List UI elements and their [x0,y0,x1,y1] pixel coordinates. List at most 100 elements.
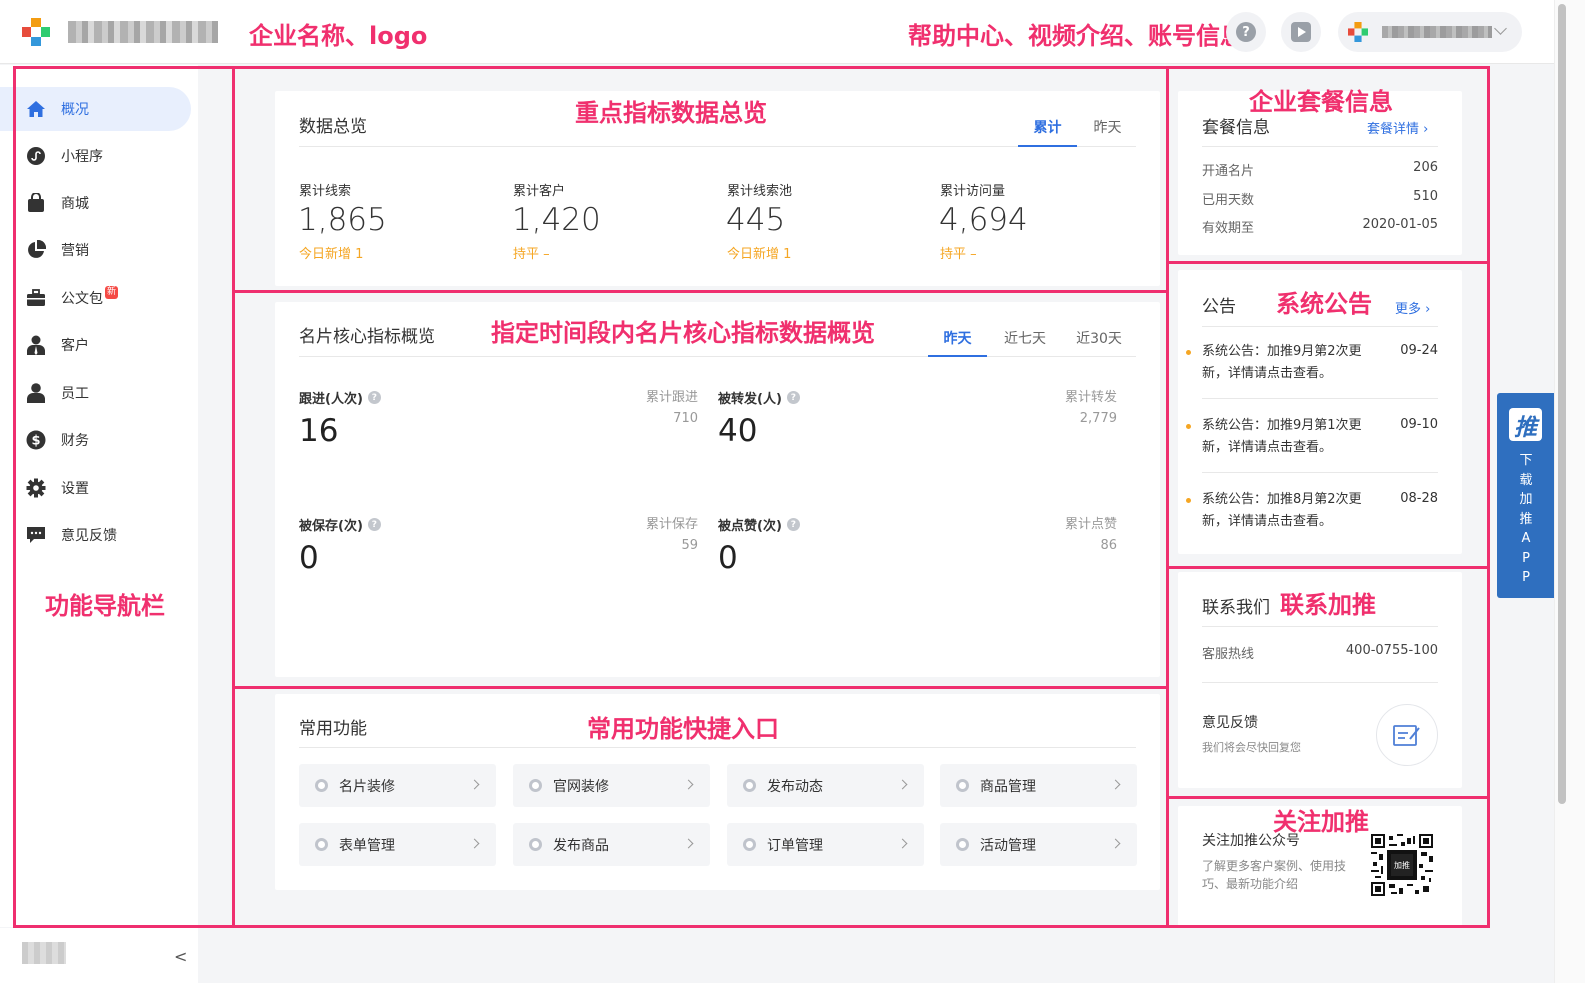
annotation-overview: 重点指标数据总览 [575,99,767,127]
notice-title: 公告 [1202,297,1236,317]
sidebar-item-marketing[interactable]: 营销 [0,228,191,272]
dot-icon [743,838,756,851]
sidebar-item-label: 意见反馈 [61,528,117,544]
metric-value: 16 [299,413,339,449]
feedback-button[interactable] [1376,704,1438,766]
sidebar-footer: < [0,928,198,983]
sidebar-item-label: 客户 [61,338,89,354]
help-icon: ? [1236,22,1256,42]
notice-date: 08-28 [1400,491,1438,506]
message-icon [26,525,46,545]
chevron-right-icon [1110,779,1121,790]
download-app-button[interactable]: 推 下载加推APP [1497,393,1554,598]
annotation-frame-line [1169,796,1487,799]
account-avatar-icon [1348,22,1368,42]
sidebar-item-mall[interactable]: 商城 [0,181,191,225]
feedback-title[interactable]: 意见反馈 [1202,712,1258,732]
annotation-frame-line [1169,261,1487,264]
tab-yesterday[interactable]: 昨天 [928,328,987,348]
annotation-card-metrics: 指定时间段内名片核心指标数据概览 [491,319,875,347]
notice-item[interactable]: 系统公告：加推8月第2次更新，详情请点击查看。 [1202,489,1372,533]
metric-value: 40 [718,413,758,449]
annotation-frame-line [232,66,235,928]
notice-item[interactable]: 系统公告：加推9月第2次更新，详情请点击查看。 [1202,341,1372,385]
dot-icon [956,838,969,851]
sidebar-item-customer[interactable]: 客户 [0,323,191,367]
function-button[interactable]: 名片装修 [299,764,496,807]
sidebar-item-label: 小程序 [61,149,103,165]
metric-value: 0 [299,540,319,576]
person-icon [26,383,46,403]
metric-label: 被点赞(次)? [718,515,800,534]
plan-key: 有效期至 [1202,221,1255,236]
company-logo [22,18,50,46]
sidebar-item-label: 设置 [61,481,89,497]
metric-label: 被转发(人)? [718,388,800,407]
sidebar-item-staff[interactable]: 员工 [0,371,191,415]
scrollbar-thumb[interactable] [1558,4,1566,804]
chevron-right-icon [683,838,694,849]
question-icon[interactable]: ? [786,391,800,404]
tab-last-30-days[interactable]: 近30天 [1066,328,1132,348]
stat-value: 445 [726,202,786,238]
stat-trend: 持平 – [940,247,977,262]
plan-title: 套餐信息 [1202,118,1270,138]
function-button[interactable]: 活动管理 [940,823,1137,866]
briefcase-icon [26,288,46,308]
annotation-frame-line [1166,66,1169,928]
sidebar-item-briefcase[interactable]: 公文包 新 [0,276,191,320]
function-button[interactable]: 商品管理 [940,764,1137,807]
sidebar-item-mini-program[interactable]: 小程序 [0,134,191,178]
annotation-notice: 系统公告 [1276,290,1372,318]
dot-icon [315,838,328,851]
annotation-header: 企业名称、logo [249,22,428,50]
plan-value: 2020-01-05 [1362,217,1438,232]
dot-icon [956,779,969,792]
metric-cumulative: 累计转发 2,779 [1064,390,1117,426]
stat-trend: 今日新增 1 [727,247,792,262]
stat-label: 累计线索池 [727,184,793,199]
shopping-bag-icon [26,193,46,213]
sidebar-item-feedback[interactable]: 意见反馈 [0,513,191,557]
video-intro-button[interactable] [1281,12,1321,52]
chevron-right-icon [897,838,908,849]
annotation-functions: 常用功能快捷入口 [587,715,779,743]
download-app-label: 下载加推APP [1519,453,1533,585]
stat-value: 1,420 [512,202,601,238]
stat-label: 累计客户 [513,184,566,199]
account-menu[interactable] [1338,12,1522,52]
chevron-right-icon [683,779,694,790]
top-bar: 企业名称、logo 帮助中心、视频介绍、账号信息 ? [0,0,1585,64]
account-name-blurred [1382,26,1492,38]
card-metrics-divider [299,356,1136,357]
tab-last-7-days[interactable]: 近七天 [994,328,1056,348]
function-button[interactable]: 官网装修 [513,764,710,807]
notice-dot-icon [1186,424,1191,429]
notice-dot-icon [1186,350,1191,355]
sidebar-item-overview[interactable]: 概况 [0,87,191,131]
function-button[interactable]: 订单管理 [727,823,924,866]
card-metrics-title: 名片核心指标概览 [299,327,435,347]
question-icon[interactable]: ? [786,518,800,531]
question-icon[interactable]: ? [367,391,381,404]
pie-chart-icon [26,240,46,260]
collapse-sidebar-button[interactable]: < [174,947,187,966]
metric-label: 被保存(次)? [299,515,381,534]
plan-details-link[interactable]: 套餐详情 › [1367,118,1428,137]
notice-more-link[interactable]: 更多 › [1395,298,1430,317]
home-icon [26,99,46,119]
sidebar-item-label: 公文包 [61,291,103,307]
function-button[interactable]: 表单管理 [299,823,496,866]
function-button[interactable]: 发布动态 [727,764,924,807]
mini-program-icon [26,146,46,166]
sidebar-item-settings[interactable]: 设置 [0,466,191,510]
question-icon[interactable]: ? [367,518,381,531]
tab-yesterday[interactable]: 昨天 [1078,117,1137,137]
notice-item[interactable]: 系统公告：加推9月第1次更新，详情请点击查看。 [1202,415,1372,459]
function-button[interactable]: 发布商品 [513,823,710,866]
tab-cumulative[interactable]: 累计 [1018,117,1077,137]
gear-icon [26,478,46,498]
help-center-button[interactable]: ? [1226,12,1266,52]
video-icon [1291,22,1311,42]
sidebar-item-finance[interactable]: $ 财务 [0,418,191,462]
